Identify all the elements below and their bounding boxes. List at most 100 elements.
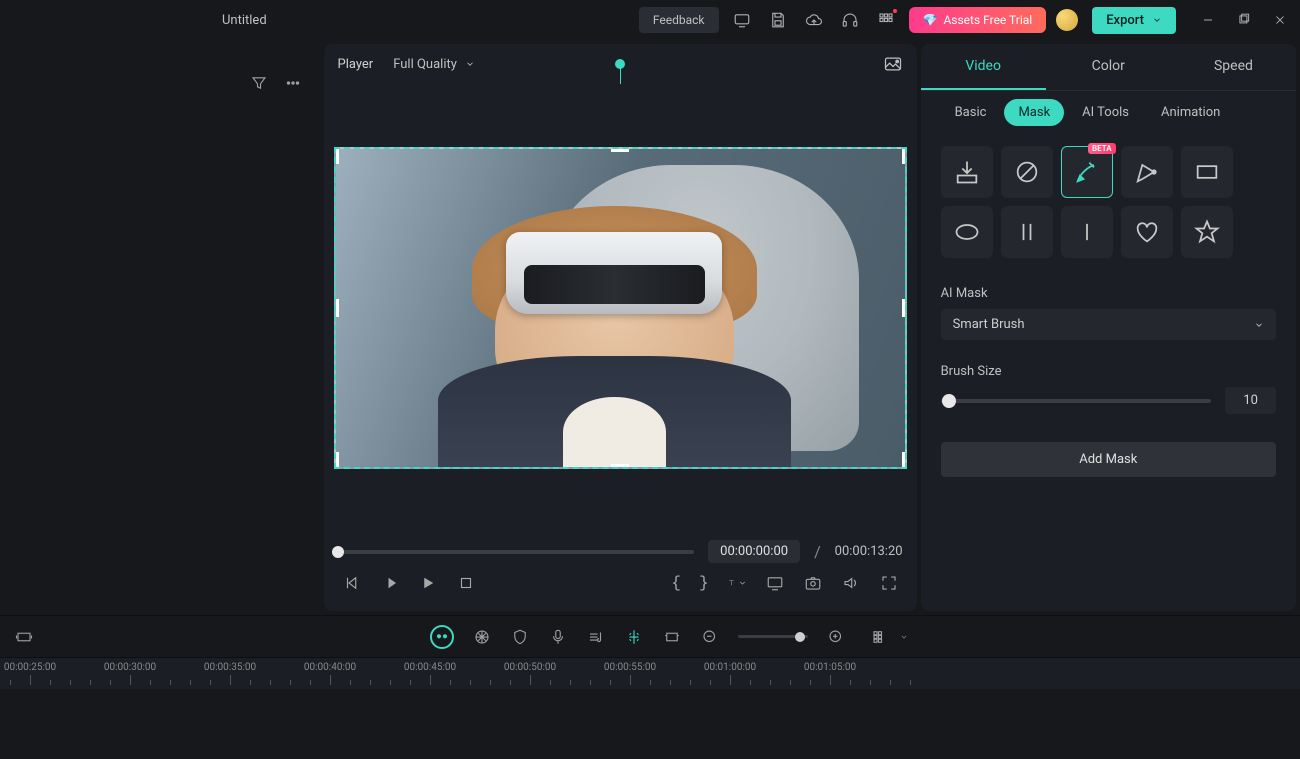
mark-in-button[interactable]: {: [671, 574, 681, 592]
track-view-icon[interactable]: [870, 627, 890, 647]
mask-rectangle-icon[interactable]: [1181, 146, 1233, 198]
save-icon[interactable]: [769, 11, 787, 29]
ai-mask-value: Smart Brush: [953, 317, 1025, 332]
timeline-ruler[interactable]: 00:00:25:00 00:00:30:00 00:00:35:00 00:00:4…: [0, 657, 1300, 689]
zoom-out-icon[interactable]: [700, 627, 720, 647]
add-mask-button[interactable]: Add Mask: [941, 442, 1276, 477]
zoom-slider[interactable]: [738, 635, 808, 638]
resize-handle[interactable]: [902, 452, 907, 469]
gem-icon: 💎: [923, 13, 938, 27]
resize-handle[interactable]: [611, 147, 629, 152]
ruler-label: 00:00:30:00: [104, 662, 156, 673]
mask-ellipse-icon[interactable]: [941, 206, 993, 258]
player-panel: Player Full Quality: [324, 44, 917, 611]
time-separator: /: [814, 542, 821, 561]
camera-icon[interactable]: [803, 573, 823, 593]
chevron-down-icon: [465, 59, 475, 69]
filter-icon[interactable]: [250, 74, 268, 92]
current-time[interactable]: 00:00:00:00: [708, 540, 800, 563]
chevron-down-icon[interactable]: [900, 633, 908, 641]
tab-video[interactable]: Video: [921, 44, 1046, 90]
mask-brush-icon[interactable]: BETA: [1061, 146, 1113, 198]
tab-speed[interactable]: Speed: [1171, 44, 1296, 90]
maximize-button[interactable]: [1236, 12, 1252, 28]
marker-icon[interactable]: [624, 627, 644, 647]
mic-icon[interactable]: [548, 627, 568, 647]
prev-frame-button[interactable]: [342, 573, 362, 593]
mask-import-icon[interactable]: [941, 146, 993, 198]
minimize-button[interactable]: [1200, 12, 1216, 28]
apps-icon[interactable]: [877, 11, 895, 29]
tab-color[interactable]: Color: [1046, 44, 1171, 90]
ruler-label: 00:00:35:00: [204, 662, 256, 673]
beta-badge: BETA: [1088, 143, 1116, 154]
cloud-upload-icon[interactable]: [805, 11, 823, 29]
resize-handle[interactable]: [334, 452, 339, 469]
mark-out-button[interactable]: }: [699, 574, 709, 592]
snapshot-icon[interactable]: [883, 54, 903, 74]
export-label: Export: [1106, 13, 1144, 28]
export-button[interactable]: Export: [1092, 7, 1176, 34]
shield-icon[interactable]: [510, 627, 530, 647]
text-tool-icon[interactable]: [727, 573, 747, 593]
preview-content: [336, 149, 905, 467]
profile-badge-icon[interactable]: [1056, 9, 1078, 31]
play-button[interactable]: [418, 573, 438, 593]
scrub-slider[interactable]: [338, 550, 695, 554]
subtab-ai-tools[interactable]: AI Tools: [1068, 99, 1143, 126]
brush-size-slider[interactable]: [941, 399, 1212, 403]
resize-handle[interactable]: [334, 147, 339, 164]
more-icon[interactable]: [284, 74, 302, 92]
close-button[interactable]: [1272, 12, 1288, 28]
timeline-toolbar: [0, 615, 1300, 657]
timeline-aspect-icon[interactable]: [14, 627, 34, 647]
ruler-label: 00:01:05:00: [804, 662, 856, 673]
ai-mask-select[interactable]: Smart Brush: [941, 309, 1276, 340]
headphones-icon[interactable]: [841, 11, 859, 29]
fullscreen-icon[interactable]: [879, 573, 899, 593]
assets-trial-button[interactable]: 💎 Assets Free Trial: [909, 7, 1047, 33]
ruler-label: 00:00:25:00: [4, 662, 56, 673]
subtab-mask[interactable]: Mask: [1004, 99, 1064, 126]
resize-handle[interactable]: [611, 464, 629, 469]
ruler-label: 00:01:00:00: [704, 662, 756, 673]
ai-tool-icon[interactable]: [430, 625, 454, 649]
inspector-panel: Video Color Speed Basic Mask AI Tools An…: [921, 44, 1296, 611]
resize-handle[interactable]: [334, 299, 339, 317]
ai-mask-label: AI Mask: [941, 286, 1276, 301]
color-wheel-icon[interactable]: [472, 627, 492, 647]
assets-trial-label: Assets Free Trial: [943, 13, 1032, 27]
chevron-down-icon: [1152, 15, 1162, 25]
resize-handle[interactable]: [902, 147, 907, 164]
brush-size-label: Brush Size: [941, 364, 1276, 379]
resize-handle[interactable]: [902, 299, 907, 317]
feedback-button[interactable]: Feedback: [639, 7, 719, 33]
display-icon[interactable]: [733, 11, 751, 29]
subtab-animation[interactable]: Animation: [1147, 99, 1234, 126]
step-back-button[interactable]: [380, 573, 400, 593]
player-label: Player: [338, 57, 374, 72]
mask-linear-right-icon[interactable]: [1061, 206, 1113, 258]
quality-select[interactable]: Full Quality: [393, 57, 475, 72]
timeline-tracks[interactable]: [0, 689, 1300, 759]
volume-icon[interactable]: [841, 573, 861, 593]
mask-shape-grid: BETA: [921, 134, 1296, 270]
project-title: Untitled: [222, 13, 267, 28]
crop-icon[interactable]: [662, 627, 682, 647]
display-mode-icon[interactable]: [765, 573, 785, 593]
stop-button[interactable]: [456, 573, 476, 593]
chevron-down-icon: [1254, 320, 1264, 330]
mask-heart-icon[interactable]: [1121, 206, 1173, 258]
mask-star-icon[interactable]: [1181, 206, 1233, 258]
mask-linear-left-icon[interactable]: [1001, 206, 1053, 258]
zoom-in-icon[interactable]: [826, 627, 846, 647]
audio-track-icon[interactable]: [586, 627, 606, 647]
subtab-basic[interactable]: Basic: [941, 99, 1001, 126]
brush-size-value[interactable]: 10: [1225, 387, 1276, 414]
preview-frame[interactable]: [334, 147, 907, 469]
mask-pen-icon[interactable]: [1121, 146, 1173, 198]
ruler-label: 00:00:50:00: [504, 662, 556, 673]
ruler-label: 00:00:45:00: [404, 662, 456, 673]
mask-none-icon[interactable]: [1001, 146, 1053, 198]
title-bar: Untitled Feedback 💎 Assets Free Trial Ex…: [0, 0, 1300, 40]
